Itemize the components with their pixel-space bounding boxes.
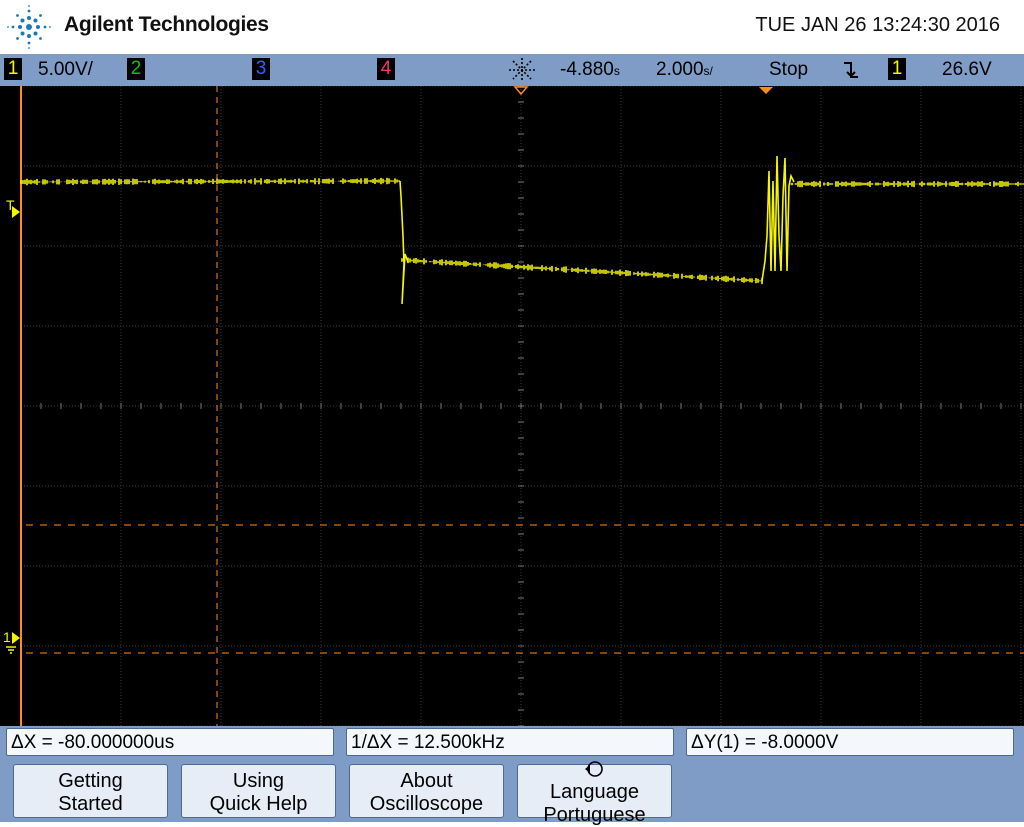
trace-segment bbox=[401, 257, 763, 285]
trigger-level-marker: T bbox=[6, 197, 20, 218]
run-state: Stop bbox=[769, 59, 809, 80]
softkey-bar: Getting Started Using Quick Help About O… bbox=[0, 760, 1024, 826]
trace-edge bbox=[761, 155, 795, 282]
trigger-source-badge[interactable]: 1 bbox=[888, 58, 906, 80]
time-offset: -4.880s bbox=[560, 59, 620, 80]
delta-x-readout: ΔX = -80.000000us bbox=[6, 728, 334, 756]
timebase: 2.000s/ bbox=[656, 59, 713, 80]
trace-segment bbox=[789, 180, 1024, 188]
svg-text:1: 1 bbox=[3, 629, 11, 645]
channel-3-badge[interactable]: 3 bbox=[252, 58, 270, 80]
trace-edge bbox=[399, 180, 409, 305]
softkey-label-line1: About bbox=[400, 769, 453, 792]
horizontal-reference-marker bbox=[513, 86, 529, 96]
softkey-label-line2: Oscilloscope bbox=[369, 792, 484, 815]
softkey-label-line1: Getting bbox=[58, 769, 123, 792]
quick-help-button[interactable]: Using Quick Help bbox=[181, 764, 336, 818]
measurement-bar: ΔX = -80.000000us 1/ΔX = 12.500kHz ΔY(1)… bbox=[0, 726, 1024, 762]
trigger-position-marker bbox=[759, 87, 773, 94]
channel-1-scale: 5.00V/ bbox=[38, 59, 93, 80]
softkey-label-line1: Language bbox=[518, 758, 671, 804]
trace-segment bbox=[20, 177, 400, 186]
channel-4-badge[interactable]: 4 bbox=[377, 58, 395, 80]
header: Agilent Technologies TUE JAN 26 13:24:30… bbox=[0, 0, 1024, 54]
language-button[interactable]: Language Portuguese bbox=[517, 761, 672, 826]
graticule-and-trace: T 1 bbox=[3, 86, 1024, 726]
channel-1-badge[interactable]: 1 bbox=[4, 58, 22, 80]
getting-started-button[interactable]: Getting Started bbox=[13, 764, 168, 818]
softkey-label-line2: Portuguese bbox=[543, 804, 646, 826]
about-oscilloscope-button[interactable]: About Oscilloscope bbox=[349, 764, 504, 818]
inverse-delta-x-readout: 1/ΔX = 12.500kHz bbox=[346, 728, 674, 756]
softkey-label-line2: Quick Help bbox=[209, 792, 308, 815]
date-time: TUE JAN 26 13:24:30 2016 bbox=[755, 14, 1000, 36]
horizontal-position-icon bbox=[509, 58, 535, 82]
brand-name: Agilent Technologies bbox=[64, 13, 269, 36]
channel-2-badge[interactable]: 2 bbox=[127, 58, 145, 80]
rotate-knob-icon bbox=[584, 761, 603, 777]
channel-1-ground-marker: 1 bbox=[3, 629, 20, 654]
softkey-label-line1: Using bbox=[232, 769, 285, 792]
agilent-logo-icon bbox=[7, 5, 51, 49]
waveform-display: T 1 bbox=[0, 86, 1024, 726]
trigger-level: 26.6V bbox=[942, 59, 992, 80]
softkey-label-line2: Started bbox=[58, 792, 123, 815]
delta-y-readout: ΔY(1) = -8.0000V bbox=[686, 728, 1014, 756]
falling-edge-trigger-icon bbox=[844, 62, 858, 78]
status-bar: 1 5.00V/ 2 3 4 -4.880s 2.000s/ Stop 1 26… bbox=[0, 54, 1024, 86]
